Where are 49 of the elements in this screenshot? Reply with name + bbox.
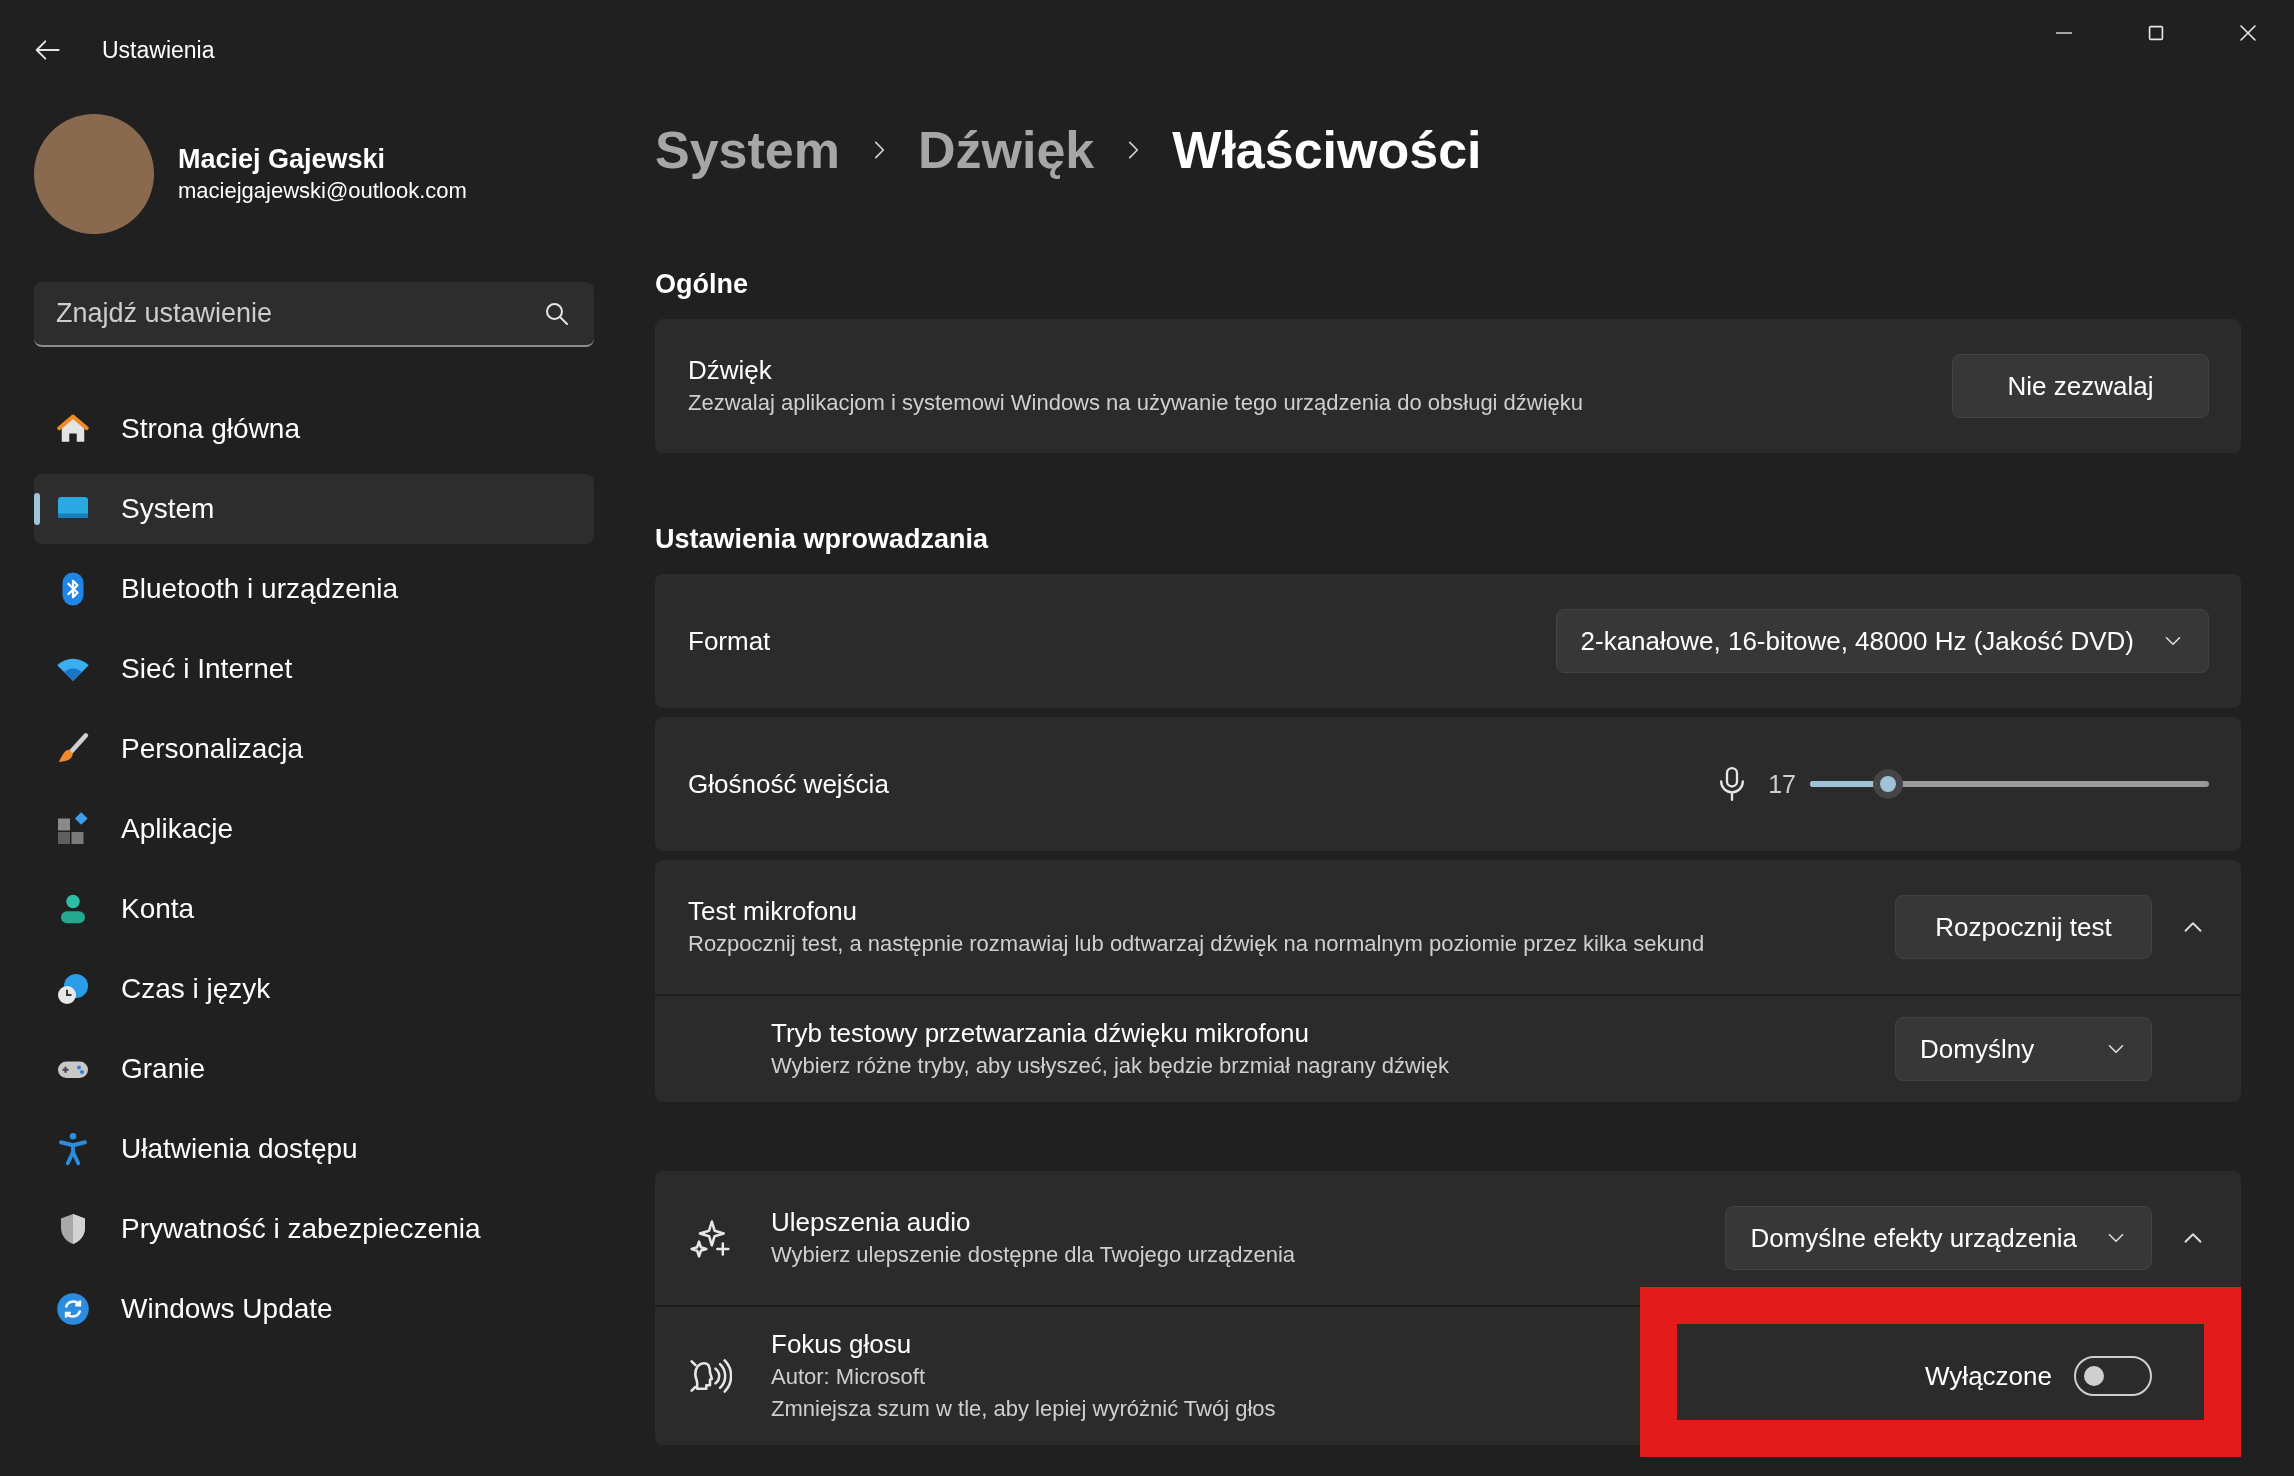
dropdown[interactable]: 2-kanałowe, 16-bitowe, 48000 Hz (Jakość DVD) (1555, 609, 2209, 673)
sidebar-item[interactable]: Czas i język (34, 954, 594, 1024)
volume-value: 17 (1768, 769, 1796, 799)
setting-title: Głośność wejścia (688, 768, 889, 801)
minimize-icon (2056, 32, 2072, 34)
breadcrumb-link[interactable]: System (655, 114, 840, 186)
sidebar-item[interactable]: System (34, 474, 594, 544)
slider-thumb[interactable] (1872, 769, 1903, 799)
user-email: maciejgajewski@outlook.com (178, 177, 467, 205)
setting-description: Wybierz różne tryby, aby usłyszeć, jak będzie brzmiał nagrany dźwięk (771, 1052, 1449, 1080)
sidebar-item[interactable]: Granie (34, 1034, 594, 1104)
setting-title: Dźwięk (688, 354, 773, 387)
setting-description: Zmniejsza szum w tle, aby lepiej wyróżnić Twój głos (771, 1395, 1276, 1423)
sidebar-item[interactable]: Prywatność i zabezpieczenia (34, 1194, 594, 1264)
page-title: Właściwości (1172, 120, 1482, 181)
selection-indicator (34, 493, 40, 525)
refresh-icon (55, 1291, 91, 1327)
sidebar-item[interactable]: Sieć i Internet (34, 634, 594, 704)
window-title: Ustawienia (102, 36, 215, 65)
section-heading: Ogólne (655, 268, 749, 301)
apps-icon (55, 811, 91, 847)
search-field[interactable]: Znajdź ustawienie (34, 282, 594, 347)
dropdown[interactable]: Domyślne efekty urządzenia (1725, 1206, 2152, 1270)
setting-title: Tryb testowy przetwarzania dźwięku mikrofonu (771, 1017, 1310, 1050)
dropdown[interactable]: Domyślny (1895, 1017, 2152, 1081)
section-heading: Ustawienia wprowadzania (655, 523, 990, 556)
slider-track[interactable] (1810, 769, 2209, 799)
toggle-switch[interactable] (2074, 1356, 2152, 1396)
breadcrumb-link[interactable]: Dźwięk (918, 114, 1095, 186)
toggle-state-label: Wyłączone (1925, 1360, 2052, 1392)
setting-author: Autor: Microsoft (771, 1363, 927, 1391)
sidebar-item[interactable]: Ułatwienia dostępu (34, 1114, 594, 1184)
sidebar-item[interactable]: Personalizacja (34, 714, 594, 784)
setting-title: Format (688, 625, 771, 658)
sidebar-item[interactable]: Strona główna (34, 394, 594, 464)
setting-description: Wybierz ulepszenie dostępne dla Twojego urządzenia (771, 1241, 1296, 1269)
setting-title: Fokus głosu (771, 1328, 913, 1361)
globe-clock-icon (55, 971, 91, 1007)
sidebar-item[interactable]: Bluetooth i urządzenia (34, 554, 594, 624)
action-button[interactable]: Nie zezwalaj (1952, 354, 2209, 418)
action-button[interactable]: Rozpocznij test (1895, 895, 2152, 959)
setting-title: Test mikrofonu (688, 895, 859, 928)
user-name: Maciej Gajewski (178, 143, 387, 176)
sidebar-item[interactable]: Aplikacje (34, 794, 594, 864)
setting-description: Rozpocznij test, a następnie rozmawiaj lub odtwarzaj dźwięk na normalnym poziomie przez kilka sekund (688, 930, 1705, 958)
setting-description: Zezwalaj aplikacjom i systemowi Windows na używanie tego urządzenia do obsługi dźwięku (688, 389, 1584, 417)
sidebar-item[interactable]: Konta (34, 874, 594, 944)
setting-title: Ulepszenia audio (771, 1206, 972, 1239)
sidebar-item[interactable]: Windows Update (34, 1274, 594, 1344)
